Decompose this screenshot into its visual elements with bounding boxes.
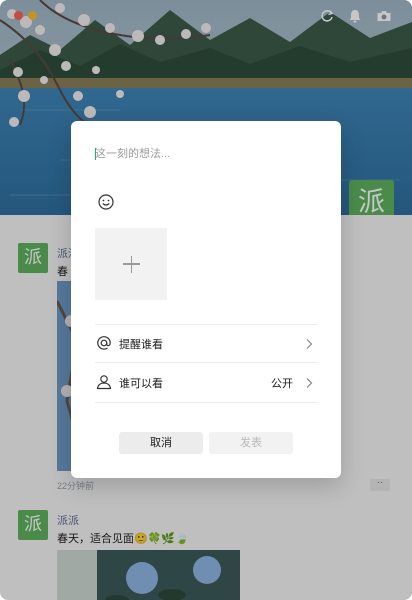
remind-who-row[interactable]: 提醒谁看 <box>95 324 317 362</box>
chevron-right-icon <box>305 337 313 349</box>
smile-icon[interactable] <box>97 193 115 211</box>
thoughts-input[interactable] <box>95 145 315 163</box>
publish-button[interactable]: 发表 <box>209 432 293 454</box>
remind-who-label: 提醒谁看 <box>119 339 163 351</box>
divider <box>95 402 317 403</box>
moments-window: 派 派 派派 春 22分钟前 ·· 派 派派 春天，适合见面🙂🍀🌿🍃 这一刻的想… <box>0 0 412 600</box>
visibility-label: 谁可以看 <box>119 378 163 390</box>
cancel-button[interactable]: 取消 <box>119 432 203 454</box>
visibility-value: 公开 <box>271 378 293 390</box>
person-icon <box>95 373 113 391</box>
at-icon <box>95 334 113 352</box>
add-media-button[interactable] <box>95 228 167 300</box>
compose-dialog: 提醒谁看 谁可以看 公开 取消 发表 <box>71 121 341 478</box>
text-caret <box>95 148 96 160</box>
visibility-row[interactable]: 谁可以看 公开 <box>95 363 317 401</box>
chevron-right-icon <box>305 376 313 388</box>
